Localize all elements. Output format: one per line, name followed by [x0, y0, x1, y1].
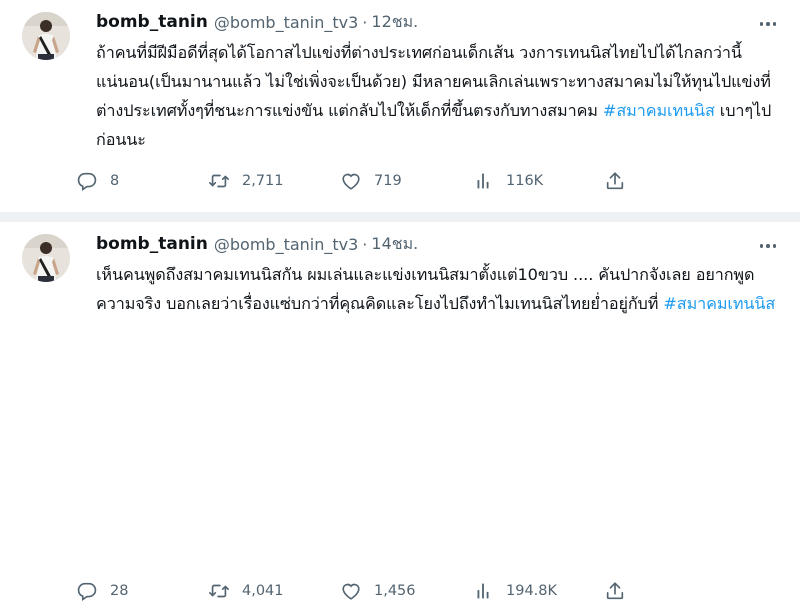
more-icon[interactable]: [756, 14, 780, 34]
tweet-header: bomb_tanin @bomb_tanin_tv3 · 14ชม.: [96, 232, 784, 256]
share-button[interactable]: [604, 170, 638, 192]
share-icon: [604, 580, 626, 602]
author-handle[interactable]: @bomb_tanin_tv3: [214, 235, 358, 254]
reply-button[interactable]: 28: [76, 580, 208, 602]
tweet-text: ถ้าคนที่มีฝีมือดีที่สุดได้โอกาสไปแข่งที่…: [96, 38, 786, 154]
like-count: 719: [374, 173, 402, 189]
tweet-header: bomb_tanin @bomb_tanin_tv3 · 12ชม.: [96, 10, 784, 34]
retweet-icon: [208, 170, 230, 192]
tweet[interactable]: bomb_tanin @bomb_tanin_tv3 · 12ชม. ถ้าคน…: [0, 0, 800, 212]
retweet-button[interactable]: 2,711: [208, 170, 340, 192]
share-button[interactable]: [604, 580, 638, 602]
more-icon[interactable]: [756, 236, 780, 256]
like-icon: [340, 170, 362, 192]
author-name[interactable]: bomb_tanin: [96, 234, 208, 254]
separator-dot: ·: [362, 12, 368, 32]
retweet-button[interactable]: 4,041: [208, 580, 340, 602]
tweet-actions: 28 4,041 1,456 194.8K: [76, 580, 676, 602]
views-count: 116K: [506, 173, 544, 189]
like-count: 1,456: [374, 583, 416, 599]
separator-dot: ·: [362, 234, 368, 254]
retweet-count: 4,041: [242, 583, 284, 599]
tweet-text: เห็นคนพูดถึงสมาคมเทนนิสกัน ผมเล่นและแข่ง…: [96, 260, 786, 318]
hashtag-link[interactable]: #สมาคมเทนนิส: [663, 294, 775, 313]
like-button[interactable]: 719: [340, 170, 472, 192]
retweet-icon: [208, 580, 230, 602]
like-button[interactable]: 1,456: [340, 580, 472, 602]
avatar[interactable]: [22, 12, 70, 60]
tweet-actions: 8 2,711 719 116K: [76, 170, 676, 192]
tweet-separator: [0, 212, 800, 222]
share-icon: [604, 170, 626, 192]
reply-count: 8: [110, 173, 120, 189]
views-button[interactable]: 194.8K: [472, 580, 604, 602]
author-handle[interactable]: @bomb_tanin_tv3: [214, 13, 358, 32]
hashtag-link[interactable]: #สมาคมเทนนิส: [603, 101, 715, 120]
retweet-count: 2,711: [242, 173, 284, 189]
reply-icon: [76, 580, 98, 602]
tweet-time[interactable]: 14ชม.: [371, 232, 418, 257]
views-count: 194.8K: [506, 583, 558, 599]
reply-count: 28: [110, 583, 129, 599]
like-icon: [340, 580, 362, 602]
reply-button[interactable]: 8: [76, 170, 208, 192]
avatar[interactable]: [22, 234, 70, 282]
tweet-time[interactable]: 12ชม.: [371, 10, 418, 35]
tweet[interactable]: bomb_tanin @bomb_tanin_tv3 · 14ชม. เห็นค…: [0, 222, 800, 412]
author-name[interactable]: bomb_tanin: [96, 12, 208, 32]
views-icon: [472, 580, 494, 602]
reply-icon: [76, 170, 98, 192]
tweet-text-body: เห็นคนพูดถึงสมาคมเทนนิสกัน ผมเล่นและแข่ง…: [96, 265, 755, 313]
views-icon: [472, 170, 494, 192]
views-button[interactable]: 116K: [472, 170, 604, 192]
